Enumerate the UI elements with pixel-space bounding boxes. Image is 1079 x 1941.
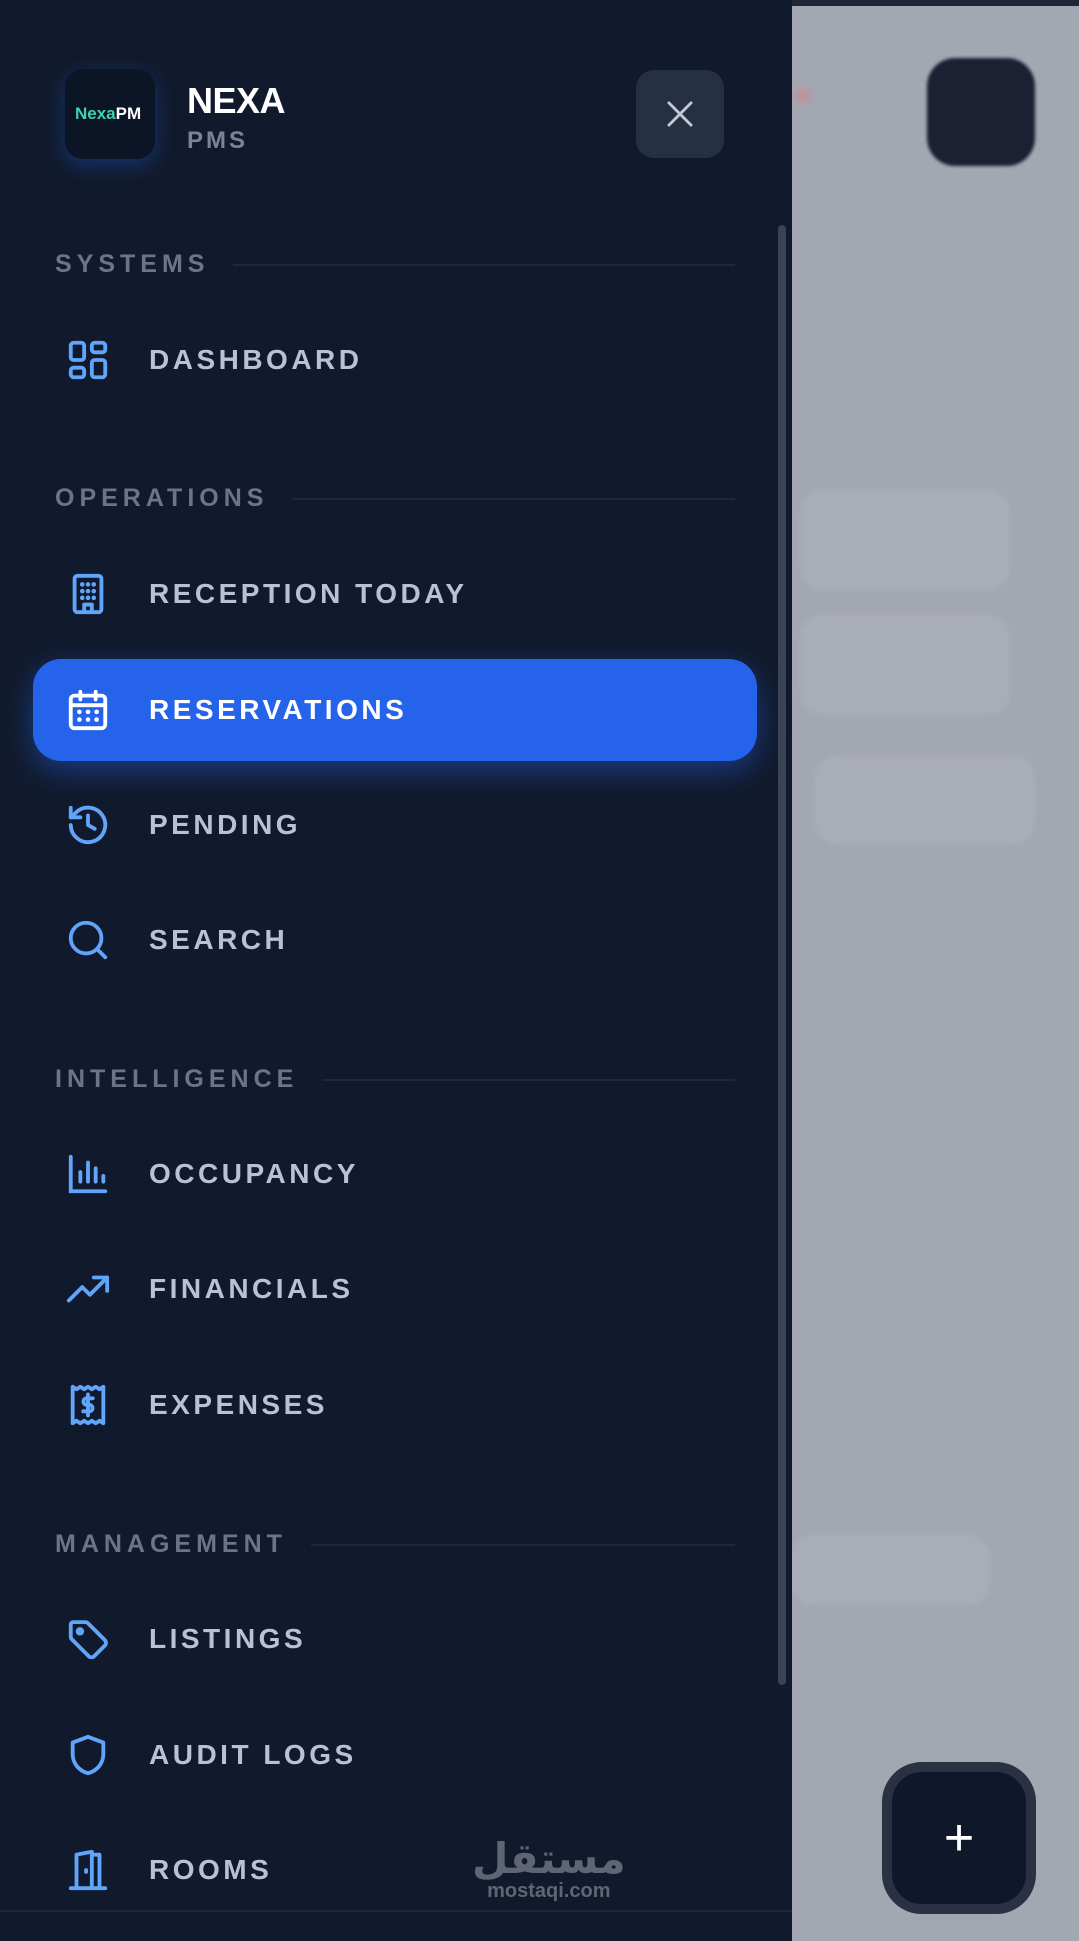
background-card bbox=[815, 755, 1035, 845]
grid-icon bbox=[65, 337, 111, 383]
bottom-divider bbox=[0, 1910, 792, 1912]
nav-item-expenses[interactable]: EXPENSES bbox=[33, 1354, 757, 1456]
close-drawer-button[interactable] bbox=[636, 70, 724, 158]
brand-logo: NexaPM bbox=[65, 69, 155, 159]
section-intelligence: INTELLIGENCE bbox=[55, 1065, 735, 1094]
nav-item-reservations[interactable]: RESERVATIONS bbox=[33, 659, 757, 761]
logo-text-suffix: PM bbox=[115, 104, 142, 123]
receipt-icon bbox=[65, 1382, 111, 1428]
nav-label: AUDIT LOGS bbox=[149, 1739, 357, 1770]
close-icon bbox=[667, 101, 693, 127]
nav-label: RECEPTION TODAY bbox=[149, 578, 468, 609]
nav-item-dashboard[interactable]: DASHBOARD bbox=[33, 309, 757, 411]
section-divider bbox=[310, 1543, 735, 1546]
section-divider bbox=[233, 263, 735, 266]
search-icon bbox=[65, 917, 111, 963]
trending-up-icon bbox=[65, 1266, 111, 1312]
section-label: INTELLIGENCE bbox=[55, 1065, 299, 1093]
nav-label: LISTINGS bbox=[149, 1623, 307, 1654]
nav-label: SEARCH bbox=[149, 924, 289, 955]
nav-label: FINANCIALS bbox=[149, 1273, 354, 1304]
background-card bbox=[800, 615, 1010, 715]
background-card bbox=[790, 1535, 990, 1605]
door-icon bbox=[65, 1847, 111, 1893]
nav-item-reception-today[interactable]: RECEPTION TODAY bbox=[33, 543, 757, 645]
watermark: مستقل mostaqi.com bbox=[472, 1834, 626, 1903]
shield-icon bbox=[65, 1732, 111, 1778]
section-divider bbox=[292, 497, 735, 500]
nav-label: DASHBOARD bbox=[149, 344, 363, 375]
add-fab-button[interactable]: + bbox=[882, 1762, 1036, 1914]
brand-subtitle: PMS bbox=[187, 127, 249, 154]
calendar-icon bbox=[65, 687, 111, 733]
section-label: MANAGEMENT bbox=[55, 1530, 287, 1558]
section-management: MANAGEMENT bbox=[55, 1530, 735, 1559]
drawer-scrollbar[interactable] bbox=[778, 225, 786, 1685]
background-avatar bbox=[927, 58, 1035, 166]
section-label: SYSTEMS bbox=[55, 250, 210, 278]
nav-item-search[interactable]: SEARCH bbox=[33, 889, 757, 991]
nav-label: RESERVATIONS bbox=[149, 694, 408, 725]
section-label: OPERATIONS bbox=[55, 484, 269, 512]
nav-item-audit-logs[interactable]: AUDIT LOGS bbox=[33, 1704, 757, 1806]
nav-item-financials[interactable]: FINANCIALS bbox=[33, 1238, 757, 1340]
watermark-arabic: مستقل bbox=[472, 1834, 626, 1883]
tag-icon bbox=[65, 1616, 111, 1662]
section-divider bbox=[322, 1078, 735, 1081]
background-card bbox=[800, 490, 1010, 590]
brand-name: NEXA bbox=[187, 80, 286, 121]
nav-label: PENDING bbox=[149, 809, 302, 840]
navigation-drawer: NexaPM NEXA PMS SYSTEMS DASHBOARD OPERAT… bbox=[0, 0, 792, 1941]
logo-text: Nexa bbox=[75, 104, 116, 123]
nav-label: OCCUPANCY bbox=[149, 1158, 359, 1189]
bar-chart-icon bbox=[65, 1151, 111, 1197]
nav-item-rooms[interactable]: ROOMS bbox=[33, 1819, 757, 1921]
nav-label: ROOMS bbox=[149, 1854, 273, 1885]
nav-item-pending[interactable]: PENDING bbox=[33, 774, 757, 876]
history-icon bbox=[65, 802, 111, 848]
building-icon bbox=[65, 571, 111, 617]
nav-label: EXPENSES bbox=[149, 1389, 328, 1420]
nav-item-listings[interactable]: LISTINGS bbox=[33, 1588, 757, 1690]
plus-icon: + bbox=[943, 1809, 975, 1867]
watermark-latin: mostaqi.com bbox=[487, 1880, 611, 1902]
notification-dot bbox=[795, 88, 811, 104]
nav-item-occupancy[interactable]: OCCUPANCY bbox=[33, 1123, 757, 1225]
section-operations: OPERATIONS bbox=[55, 484, 735, 513]
section-systems: SYSTEMS bbox=[55, 250, 735, 279]
